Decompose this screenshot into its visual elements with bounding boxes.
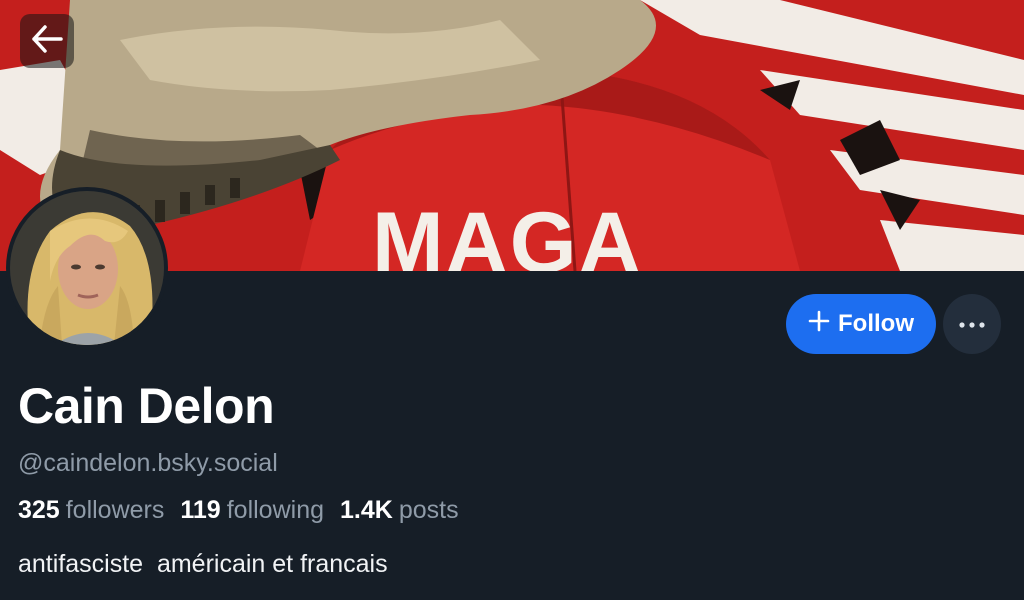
back-button[interactable] <box>20 14 74 68</box>
plus-icon <box>808 310 830 339</box>
followers-label: followers <box>65 496 165 524</box>
followers-count: 325 <box>18 496 60 524</box>
profile-stats: 325 followers 119 following 1.4K posts <box>18 494 459 526</box>
followers-stat[interactable]: 325 followers <box>18 494 164 526</box>
user-handle: @caindelon.bsky.social <box>18 449 278 477</box>
posts-count: 1.4K <box>340 496 393 524</box>
following-stat[interactable]: 119 following <box>180 494 324 526</box>
follow-button[interactable]: Follow <box>786 294 936 354</box>
avatar-image <box>10 191 164 345</box>
more-options-button[interactable] <box>943 294 1001 354</box>
avatar[interactable] <box>6 187 168 349</box>
posts-stat: 1.4K posts <box>340 494 459 526</box>
cap-text: MAGA <box>372 195 643 271</box>
following-label: following <box>226 496 324 524</box>
profile-bio: antifasciste américain et francais <box>18 550 388 578</box>
following-count: 119 <box>180 496 221 524</box>
follow-label: Follow <box>838 310 914 337</box>
ellipsis-icon <box>959 315 985 333</box>
posts-label: posts <box>398 496 459 524</box>
arrow-left-icon <box>31 24 63 58</box>
display-name: Cain Delon <box>18 378 275 434</box>
